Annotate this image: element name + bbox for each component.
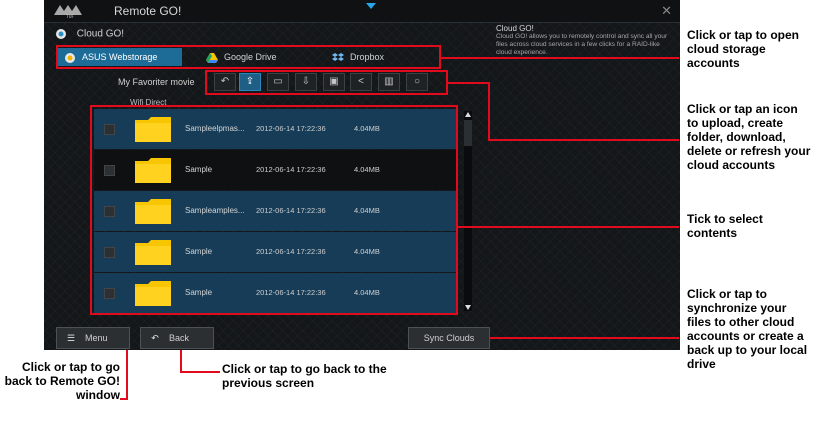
back-button[interactable]: ↶ Back xyxy=(140,327,214,349)
current-folder-label: My Favoriter movie xyxy=(118,77,195,87)
section-title: Cloud GO! xyxy=(54,28,124,40)
leader-line xyxy=(180,350,182,372)
leader-line xyxy=(490,337,679,339)
leader-line xyxy=(488,139,679,141)
scroll-thumb[interactable] xyxy=(464,120,472,146)
annotation-sync: Click or tap to synchronize your files t… xyxy=(687,287,808,371)
title-bar: TUF Remote GO! ✕ xyxy=(44,0,680,23)
annotation-toolbar: Click or tap an icon to upload, create f… xyxy=(687,102,811,172)
scroll-down-icon[interactable] xyxy=(465,305,471,310)
tuf-logo-icon: TUF xyxy=(54,5,82,19)
leader-line xyxy=(488,82,490,140)
app-title: Remote GO! xyxy=(114,4,182,18)
annotation-menu: Click or tap to go back to Remote GO! wi… xyxy=(4,360,120,402)
menu-label: Menu xyxy=(85,333,108,343)
svg-text:TUF: TUF xyxy=(65,14,74,19)
menu-button[interactable]: ☰ Menu xyxy=(56,327,130,349)
annotation-select: Tick to select contents xyxy=(687,212,763,240)
leader-line xyxy=(120,398,128,400)
leader-line xyxy=(458,226,679,228)
leader-line xyxy=(126,366,128,400)
section-title-text: Cloud GO! xyxy=(76,28,125,40)
scroll-up-icon[interactable] xyxy=(465,112,471,117)
menu-icon: ☰ xyxy=(66,333,76,343)
sync-label: Sync Clouds xyxy=(423,333,475,343)
annotation-back: Click or tap to go back to the previous … xyxy=(222,362,387,390)
annotation-open-cloud: Click or tap to open cloud storage accou… xyxy=(687,28,800,70)
close-icon[interactable]: ✕ xyxy=(661,3,672,19)
sync-clouds-button[interactable]: Sync Clouds xyxy=(408,327,490,349)
collapse-arrow-icon[interactable] xyxy=(366,3,376,9)
info-panel: Cloud GO! Cloud GO! allows you to remote… xyxy=(496,24,676,58)
leader-line xyxy=(126,350,128,367)
back-label: Back xyxy=(169,333,190,343)
leader-line xyxy=(441,57,679,59)
leader-line xyxy=(180,371,220,373)
highlight-tabs xyxy=(56,45,441,69)
scrollbar[interactable] xyxy=(464,111,472,311)
info-panel-text: Cloud GO! allows you to remotely control… xyxy=(496,33,668,56)
highlight-file-list xyxy=(90,105,458,315)
highlight-toolbar xyxy=(205,70,448,95)
cloud-go-icon xyxy=(56,29,66,39)
leader-line xyxy=(448,82,488,84)
info-panel-title: Cloud GO! xyxy=(496,24,534,33)
back-arrow-icon: ↶ xyxy=(151,333,159,343)
